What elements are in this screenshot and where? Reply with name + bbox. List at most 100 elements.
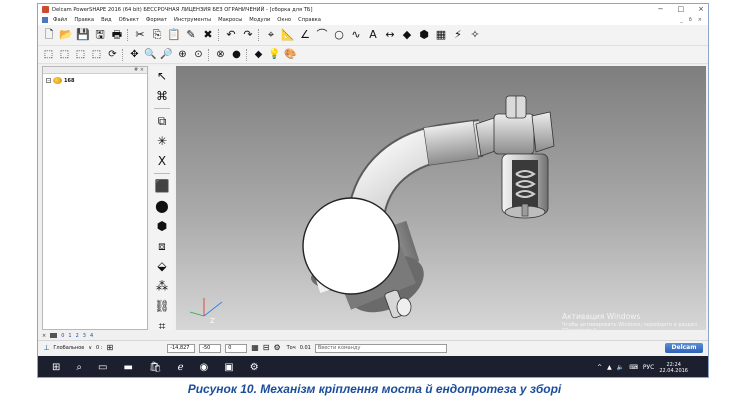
pan-view-icon[interactable]: ✥ [128,48,141,61]
view-iso-2-icon[interactable]: ⬚ [58,48,71,61]
coordinate-mode-dropdown-icon[interactable]: ∨ [88,345,92,351]
coordinate-z-field[interactable]: 0 [225,343,248,353]
keyboard-icon[interactable]: ⌨ [629,364,638,371]
light-icon[interactable]: 💡 [268,48,281,61]
coordinate-y-field[interactable]: -50 [199,343,222,353]
snap-grid-icon[interactable]: ⊞ [106,342,113,354]
new-file-icon[interactable]: 🗋 [42,28,56,42]
layer-close-icon[interactable]: × [42,333,46,339]
menu-format[interactable]: Формат [146,17,167,23]
view-iso-4-icon[interactable]: ⬚ [90,48,103,61]
select-arrow-icon[interactable]: ↖ [154,68,170,84]
undo-icon[interactable]: ↶ [224,28,238,42]
clock[interactable]: 22:24 22.04.2016 [659,362,688,374]
ruler-icon[interactable]: ⊟ [263,342,270,354]
layer-icon[interactable] [50,333,58,338]
menu-macros[interactable]: Макросы [218,17,242,23]
close-button[interactable]: × [698,4,704,15]
arc-icon[interactable]: ⌒ [315,28,329,42]
solid-extrude-icon[interactable]: ⬙ [154,258,170,274]
menu-file[interactable]: Файл [53,17,67,23]
save-disk-icon[interactable]: 💾 [76,28,90,42]
menu-modules[interactable]: Модули [249,17,270,23]
solid-box-icon[interactable]: ⬛ [154,178,170,194]
menu-window[interactable]: Окно [277,17,291,23]
rotate-view-icon[interactable]: ⟳ [106,48,119,61]
measure-icon[interactable]: 📐 [281,28,295,42]
edit-icon[interactable]: ✎ [184,28,198,42]
coordinate-x-field[interactable]: -14,827 [167,343,196,353]
language-indicator[interactable]: РУС [643,364,654,371]
tree-root-item[interactable]: − 168 [43,74,147,84]
curve-icon[interactable]: ∿ [349,28,363,42]
copy-icon[interactable]: ⎘ [150,28,164,42]
tolerance-icon[interactable]: ⚙ [273,342,280,354]
open-folder-icon[interactable]: 📂 [59,28,73,42]
assembly-icon[interactable]: ⛓ [154,298,170,314]
solid-icon[interactable]: ⬢ [417,28,431,42]
layer-tab-0[interactable]: 0 [61,333,64,339]
layer-tab-4[interactable]: 4 [90,333,93,339]
grid-toggle-icon[interactable]: ▦ [251,342,259,354]
paste-icon[interactable]: 📋 [167,28,181,42]
minimize-button[interactable]: − [658,4,664,15]
line-icon[interactable]: ∠ [298,28,312,42]
task-view-icon[interactable]: ▭ [98,356,107,377]
solid-feature-icon[interactable]: ⬢ [154,218,170,234]
search-icon[interactable]: ⌕ [76,356,82,377]
command-input[interactable]: Ввести команду [314,343,447,353]
menu-tools[interactable]: Инструменты [174,17,211,23]
menu-edit[interactable]: Правка [74,17,94,23]
coordinate-mode-label[interactable]: Глобальное [53,345,84,351]
menu-object[interactable]: Объект [119,17,139,23]
solid-boolean-icon[interactable]: ⧈ [154,238,170,254]
surface-icon[interactable]: ◆ [400,28,414,42]
explorer-icon[interactable]: ▬ [123,356,132,377]
layer-tab-1[interactable]: 1 [68,333,71,339]
layer-tab-3[interactable]: 3 [83,333,86,339]
wand-icon[interactable]: ✧ [468,28,482,42]
print-icon[interactable]: 🖶 [110,28,124,42]
maximize-button[interactable]: □ [678,4,685,15]
workplane-csys-icon[interactable]: ⟂ [44,343,49,353]
electrode-icon[interactable]: ⚡ [451,28,465,42]
view-iso-1-icon[interactable]: ⬚ [42,48,55,61]
store-icon[interactable]: 🛍 [149,356,162,377]
menu-view[interactable]: Вид [101,17,112,23]
mesh-icon[interactable]: ▦ [434,28,448,42]
3d-viewport[interactable]: Z Активация Windows Чтобы активировать W… [176,66,706,330]
zoom-box-icon[interactable]: 🔎 [160,48,173,61]
zoom-select-icon[interactable]: ⊙ [192,48,205,61]
redo-icon[interactable]: ↷ [241,28,255,42]
cut-icon[interactable]: ✂ [133,28,147,42]
chrome-icon[interactable]: ◉ [200,356,209,377]
text-icon[interactable]: A [366,28,380,42]
windows-start-icon[interactable]: ⊞ [52,356,60,377]
circle-icon[interactable]: ○ [332,28,346,42]
edge-browser-icon[interactable]: ℯ [178,356,184,377]
tolerance-value[interactable]: 0.01 [300,345,311,351]
delete-icon[interactable]: ✖ [201,28,215,42]
powershape-taskbar-icon[interactable]: ⚙ [250,356,259,377]
network-icon[interactable]: ▲ [607,364,612,371]
tray-arrow-icon[interactable]: ^ [597,364,602,371]
zoom-in-icon[interactable]: 🔍 [144,48,157,61]
tree-panel-header[interactable]: # × [43,67,147,74]
material-icon[interactable]: 🎨 [284,48,297,61]
layer-tab-2[interactable]: 2 [76,333,79,339]
solid-cylinder-icon[interactable]: ⬤ [154,198,170,214]
x-axis-icon[interactable]: X [154,153,170,169]
view-iso-3-icon[interactable]: ⬚ [74,48,87,61]
doc-close-button[interactable]: × [698,15,702,25]
volume-icon[interactable]: 🔈 [617,364,624,371]
doc-minimize-button[interactable]: _ [680,15,683,25]
doc-restore-button[interactable]: ð [689,15,692,25]
group-icon[interactable]: ⧉ [154,113,170,129]
media-app-icon[interactable]: ▣ [224,356,233,377]
zoom-fit-icon[interactable]: ⊕ [176,48,189,61]
save-all-icon[interactable]: 🖫 [93,28,107,42]
document-icon[interactable] [42,17,48,23]
dimension-icon[interactable]: ↔ [383,28,397,42]
shaded-icon[interactable]: ● [230,48,243,61]
select-mode-icon[interactable]: ⌘ [154,88,170,104]
